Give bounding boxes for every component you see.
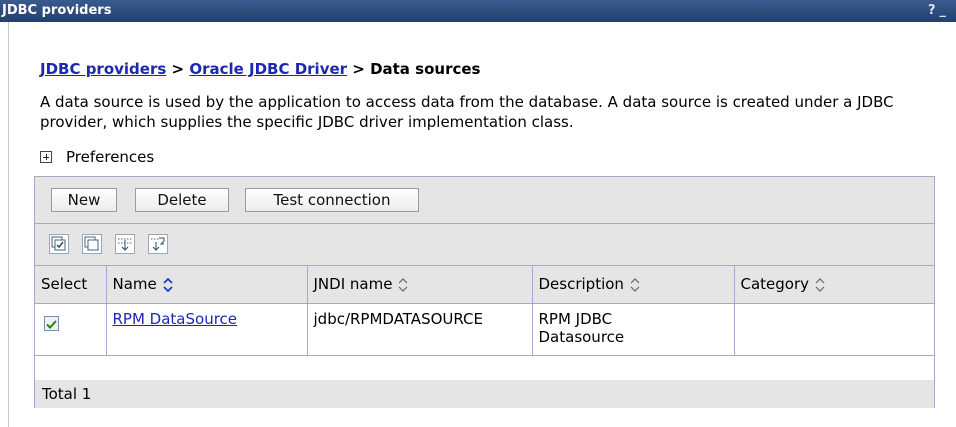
test-connection-button[interactable]: Test connection bbox=[245, 188, 419, 212]
icon-toolbar bbox=[35, 224, 934, 266]
button-toolbar: New Delete Test connection bbox=[35, 177, 934, 224]
delete-button[interactable]: Delete bbox=[135, 188, 229, 212]
breadcrumb-separator: > bbox=[347, 60, 371, 78]
breadcrumb-separator: > bbox=[166, 60, 190, 78]
sort-icon[interactable] bbox=[815, 277, 825, 292]
table-footer-total: Total 1 bbox=[35, 380, 934, 408]
preferences-label[interactable]: Preferences bbox=[66, 148, 154, 166]
category-cell bbox=[734, 303, 934, 356]
row-checkbox[interactable] bbox=[44, 315, 59, 331]
portlet-title: JDBC providers bbox=[2, 3, 112, 18]
portlet-title-bar: JDBC providers ?_ bbox=[0, 0, 956, 22]
new-button[interactable]: New bbox=[51, 188, 117, 212]
select-cell bbox=[35, 303, 107, 356]
column-header-select: Select bbox=[35, 266, 107, 304]
description-cell: RPM JDBC Datasource bbox=[532, 303, 735, 356]
column-header-jndi[interactable]: JNDI name bbox=[307, 266, 533, 304]
minimize-icon[interactable]: _ bbox=[940, 3, 951, 18]
expand-icon[interactable] bbox=[40, 151, 52, 163]
checkmark-icon bbox=[46, 319, 57, 329]
show-filter-icon[interactable] bbox=[115, 234, 135, 254]
jndi-cell: jdbc/RPMDATASOURCE bbox=[307, 303, 533, 356]
breadcrumb-link-jdbc-providers[interactable]: JDBC providers bbox=[40, 60, 166, 78]
frame-border bbox=[8, 22, 9, 427]
column-header-category[interactable]: Category bbox=[734, 266, 934, 304]
sort-icon[interactable] bbox=[398, 277, 408, 292]
breadcrumb-current: Data sources bbox=[370, 60, 481, 78]
deselect-all-icon[interactable] bbox=[82, 234, 102, 254]
column-header-name[interactable]: Name bbox=[106, 266, 308, 304]
table-header-row: Select Name JNDI name Description Catego… bbox=[35, 266, 934, 304]
table-row: RPM DataSource jdbc/RPMDATASOURCE RPM JD… bbox=[35, 303, 934, 356]
breadcrumb: JDBC providers > Oracle JDBC Driver > Da… bbox=[40, 60, 480, 78]
help-icon[interactable]: ? bbox=[928, 3, 940, 18]
preferences-toggle[interactable]: Preferences bbox=[40, 148, 154, 166]
sort-icon[interactable] bbox=[630, 277, 640, 292]
clear-filter-icon[interactable] bbox=[148, 234, 168, 254]
breadcrumb-link-oracle-jdbc-driver[interactable]: Oracle JDBC Driver bbox=[189, 60, 347, 78]
data-source-name-link[interactable]: RPM DataSource bbox=[113, 310, 238, 328]
select-all-icon[interactable] bbox=[49, 234, 69, 254]
data-sources-collection: New Delete Test connection Select Name J… bbox=[34, 176, 935, 408]
page-description: A data source is used by the application… bbox=[40, 93, 894, 131]
sort-active-icon[interactable] bbox=[163, 277, 173, 292]
data-sources-table: Select Name JNDI name Description Catego… bbox=[35, 266, 934, 356]
column-header-description[interactable]: Description bbox=[532, 266, 735, 304]
name-cell: RPM DataSource bbox=[106, 303, 308, 356]
